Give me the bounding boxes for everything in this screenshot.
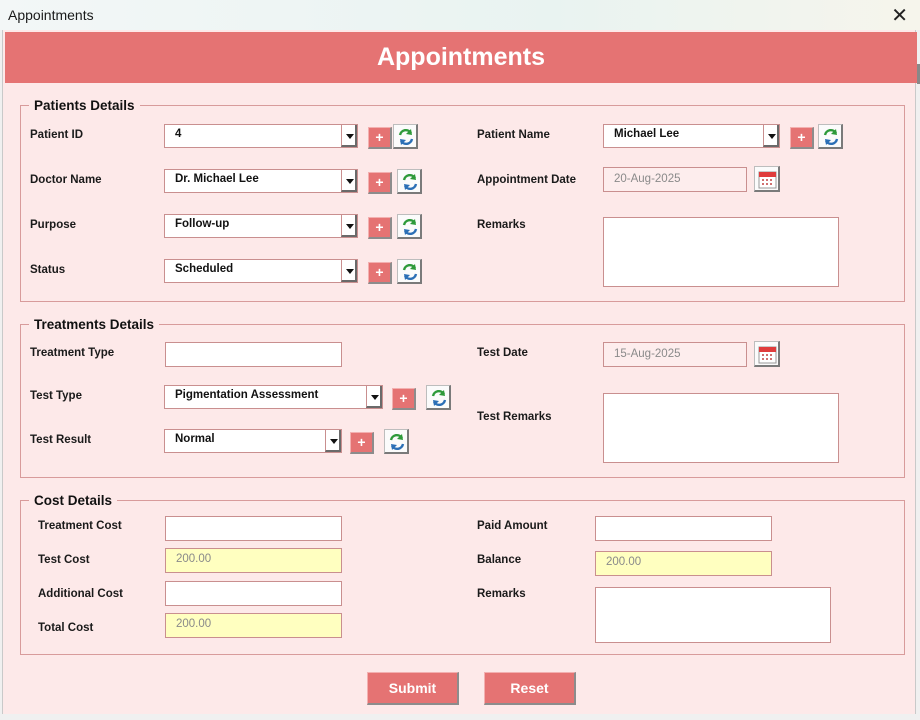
test-remarks-label: Test Remarks xyxy=(477,411,552,423)
patient-name-combo[interactable]: Michael Lee xyxy=(603,124,780,148)
test-result-label: Test Result xyxy=(30,434,92,446)
doctor-name-label: Doctor Name xyxy=(30,174,102,186)
chevron-down-icon[interactable] xyxy=(341,260,357,282)
cost-remarks-label: Remarks xyxy=(477,588,526,600)
add-doctor-button[interactable]: + xyxy=(368,172,392,194)
reset-button[interactable]: Reset xyxy=(484,672,576,705)
treatment-type-label: Treatment Type xyxy=(30,347,115,359)
refresh-test-type-button[interactable] xyxy=(426,385,451,410)
appointments-form: Appointments Patients Details Patient ID… xyxy=(2,30,917,714)
treatment-cost-input[interactable] xyxy=(165,516,342,541)
remarks-textarea[interactable] xyxy=(603,217,839,287)
test-cost-label: Test Cost xyxy=(38,554,90,566)
appointment-date-picker-button[interactable] xyxy=(754,166,780,192)
refresh-icon xyxy=(402,263,418,281)
patient-id-value: 4 xyxy=(175,128,182,140)
refresh-doctor-button[interactable] xyxy=(397,169,422,194)
chevron-down-icon[interactable] xyxy=(341,125,357,147)
remarks-label: Remarks xyxy=(477,219,526,231)
total-cost-label: Total Cost xyxy=(38,622,94,634)
purpose-label: Purpose xyxy=(30,219,77,231)
add-purpose-button[interactable]: + xyxy=(368,217,392,239)
treatments-details-legend: Treatments Details xyxy=(34,317,155,332)
appointment-date-field[interactable]: 20-Aug-2025 xyxy=(603,167,747,192)
test-type-value: Pigmentation Assessment xyxy=(175,389,319,401)
test-date-field[interactable]: 15-Aug-2025 xyxy=(603,342,747,367)
refresh-icon xyxy=(431,389,447,407)
patient-name-label: Patient Name xyxy=(477,129,550,141)
appointment-date-value: 20-Aug-2025 xyxy=(614,173,681,185)
doctor-name-value: Dr. Michael Lee xyxy=(175,173,259,185)
chevron-down-icon[interactable] xyxy=(341,170,357,192)
patient-id-combo[interactable]: 4 xyxy=(164,124,358,148)
total-cost-input: 200.00 xyxy=(165,613,342,638)
test-result-value: Normal xyxy=(175,433,215,445)
test-type-label: Test Type xyxy=(30,390,82,402)
refresh-icon xyxy=(823,128,839,146)
refresh-icon xyxy=(402,218,418,236)
test-date-picker-button[interactable] xyxy=(754,341,780,367)
chevron-down-icon[interactable] xyxy=(341,215,357,237)
purpose-combo[interactable]: Follow-up xyxy=(164,214,358,238)
balance-label: Balance xyxy=(477,554,522,566)
cost-details-legend: Cost Details xyxy=(34,493,113,508)
add-patient-id-button[interactable]: + xyxy=(368,127,392,149)
status-label: Status xyxy=(30,264,66,276)
status-value: Scheduled xyxy=(175,263,234,275)
form-header: Appointments xyxy=(5,32,917,83)
status-combo[interactable]: Scheduled xyxy=(164,259,358,283)
test-result-combo[interactable]: Normal xyxy=(164,429,342,453)
add-patient-name-button[interactable]: + xyxy=(790,127,814,149)
window-titlebar: Appointments ✕ xyxy=(0,0,920,30)
calendar-icon xyxy=(758,346,777,364)
patient-name-value: Michael Lee xyxy=(614,128,680,140)
test-remarks-textarea[interactable] xyxy=(603,393,839,463)
test-cost-input: 200.00 xyxy=(165,548,342,573)
close-icon[interactable]: ✕ xyxy=(891,3,908,28)
chevron-down-icon[interactable] xyxy=(366,386,382,408)
test-date-value: 15-Aug-2025 xyxy=(614,348,681,360)
add-status-button[interactable]: + xyxy=(368,262,392,284)
balance-input: 200.00 xyxy=(595,551,772,576)
patients-details-legend: Patients Details xyxy=(34,98,135,113)
submit-button[interactable]: Submit xyxy=(367,672,459,705)
total-cost-value: 200.00 xyxy=(176,618,212,630)
test-type-combo[interactable]: Pigmentation Assessment xyxy=(164,385,383,409)
chevron-down-icon[interactable] xyxy=(763,125,779,147)
cost-remarks-textarea[interactable] xyxy=(595,587,831,643)
window-title: Appointments xyxy=(8,7,94,23)
patient-id-label: Patient ID xyxy=(30,129,84,141)
paid-amount-label: Paid Amount xyxy=(477,520,548,532)
purpose-value: Follow-up xyxy=(175,218,230,230)
refresh-patient-name-button[interactable] xyxy=(818,124,843,149)
test-cost-value: 200.00 xyxy=(176,553,212,565)
page-title: Appointments xyxy=(376,43,546,71)
test-date-label: Test Date xyxy=(477,347,528,359)
doctor-name-combo[interactable]: Dr. Michael Lee xyxy=(164,169,358,193)
treatment-cost-label: Treatment Cost xyxy=(38,520,122,532)
refresh-icon xyxy=(402,173,418,191)
calendar-icon xyxy=(758,171,777,189)
additional-cost-label: Additional Cost xyxy=(38,588,123,600)
add-test-result-button[interactable]: + xyxy=(350,432,374,454)
refresh-status-button[interactable] xyxy=(397,259,422,284)
refresh-test-result-button[interactable] xyxy=(384,429,409,454)
refresh-icon xyxy=(389,433,405,451)
refresh-patient-id-button[interactable] xyxy=(393,124,418,149)
chevron-down-icon[interactable] xyxy=(325,430,341,452)
treatment-type-input[interactable] xyxy=(165,342,342,367)
appointment-date-label: Appointment Date xyxy=(477,174,577,186)
add-test-type-button[interactable]: + xyxy=(392,388,416,410)
additional-cost-input[interactable] xyxy=(165,581,342,606)
refresh-purpose-button[interactable] xyxy=(397,214,422,239)
paid-amount-input[interactable] xyxy=(595,516,772,541)
refresh-icon xyxy=(398,128,414,146)
balance-value: 200.00 xyxy=(606,556,642,568)
